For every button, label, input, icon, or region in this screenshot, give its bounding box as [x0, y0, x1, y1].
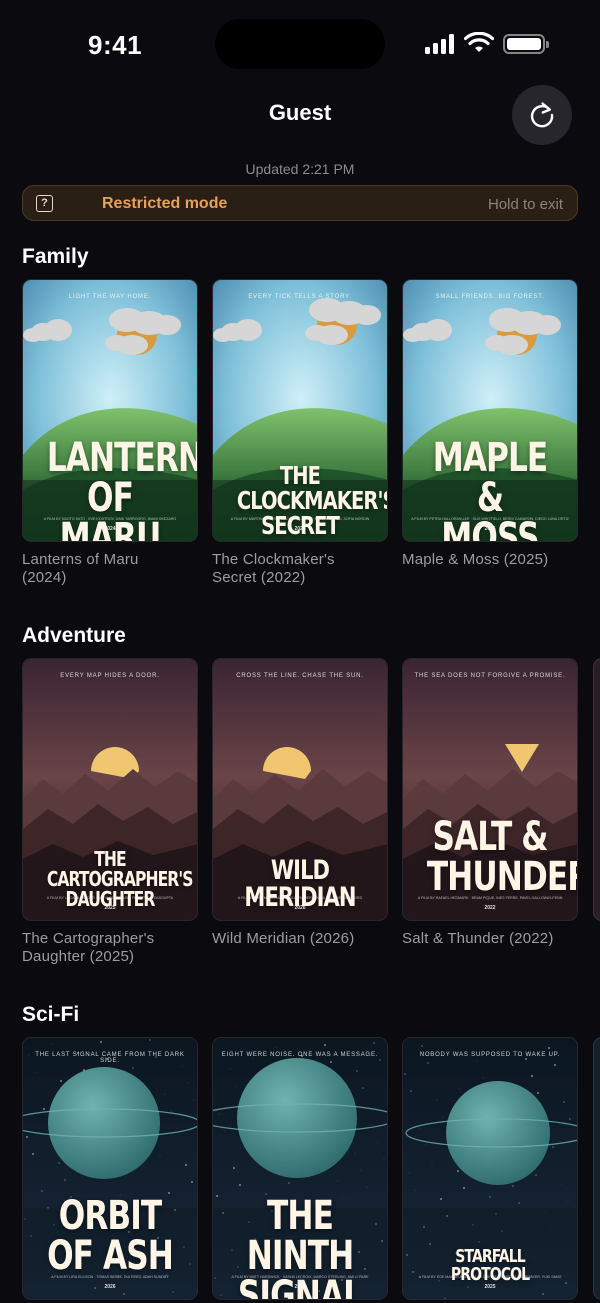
poster-tagline: Eight were noise. One was a message.: [221, 1052, 379, 1058]
poster-credits: A FILM BY LUCA OLLANDER · NORA GOEL, ALB…: [46, 896, 174, 900]
movie-caption: Salt & Thunder (2022): [402, 930, 554, 947]
poster-credits: A FILM BY ANA MARCHANT · FELIX ROMERO, N…: [237, 896, 363, 900]
movie-poster[interactable]: The sea does not forgive a promise. SALT …: [402, 658, 578, 921]
poster-tagline: Nobody was supposed to wake up.: [419, 1052, 561, 1058]
movie-poster[interactable]: Light the way home.LANTERNS OF MARUA FIL…: [22, 279, 198, 542]
poster-year: 2022: [484, 905, 496, 911]
poster-credits: A FILM BY NAOTO SATO · EVE KOSTROV, DANI…: [43, 517, 177, 521]
poster-credits: A FILM BY EGE MAMAR AUZ · CHLOE DRISSEL,…: [418, 1275, 562, 1279]
movie-caption: Lanterns of Maru (2024): [22, 551, 139, 586]
poster-year: 2022: [294, 526, 306, 532]
movie-card[interactable]: The sea does not forgive a promise. SALT …: [402, 658, 578, 948]
updated-timestamp: Updated 2:21 PM: [245, 161, 355, 177]
movie-card[interactable]: Small friends. Big forest. MAPLE & MOSS A …: [402, 279, 578, 569]
movie-card[interactable]: The last signal came from the dark side.…: [22, 1037, 198, 1303]
battery-icon: [503, 34, 549, 54]
question-box-icon: ?: [36, 195, 53, 212]
status-bar: 9:41: [0, 0, 600, 90]
refresh-button[interactable]: [512, 85, 572, 145]
hold-to-exit-hint: Hold to exit: [487, 196, 563, 213]
row-adventure[interactable]: Every map hides a door. THE CARTOGRAPHER'…: [22, 658, 600, 978]
movie-caption: The Cartographer's Daughter (2025): [22, 930, 155, 965]
movie-poster[interactable]: Eight were noise. One was a message. THE …: [212, 1037, 388, 1300]
page-title: Guest: [268, 100, 332, 125]
poster-credits: A FILM BY MARTIN HUBERT · LUCY HALL-HUME…: [230, 517, 370, 521]
movie-card[interactable]: Every tick tells a story. THE CLOCKMAKER'…: [212, 279, 388, 587]
movie-poster[interactable]: Every tick tells a story. THE CLOCKMAKER'…: [212, 279, 388, 542]
poster-year: 2026: [294, 1284, 306, 1290]
movie-poster[interactable]: Small friends. Big forest. MAPLE & MOSS A …: [402, 279, 578, 542]
movie-poster[interactable]: Every map hides a door. THE CARTOGRAPHER'…: [22, 658, 198, 921]
movie-card[interactable]: Every map hides a door. THE CARTOGRAPHER'…: [22, 658, 198, 966]
movie-poster[interactable]: Cross the line. Chase the sun. WILD MERID…: [212, 658, 388, 921]
poster-tagline: Cross the line. Chase the sun.: [236, 673, 364, 679]
poster-tagline: Small friends. Big forest.: [435, 294, 545, 300]
dynamic-island: [215, 19, 385, 69]
restricted-mode-label: Restricted mode: [102, 195, 228, 212]
poster-credits: A FILM BY MATT HARDWICK · SASHA LECROIX,…: [231, 1275, 369, 1279]
poster-title: SALT & THUNDER: [426, 814, 578, 900]
poster-tagline: The last signal came from the dark side.: [35, 1052, 185, 1064]
poster-tagline: Every tick tells a story.: [248, 294, 352, 300]
movie-caption: Maple & Moss (2025): [402, 551, 549, 568]
poster-title: WILD MERIDIAN: [244, 855, 356, 913]
poster-year: 2025: [484, 526, 496, 532]
row-family[interactable]: Light the way home.LANTERNS OF MARUA FIL…: [22, 279, 600, 599]
wifi-icon: [464, 32, 494, 52]
poster-year: 2026: [104, 1284, 116, 1290]
section-title-family: Family: [22, 245, 89, 268]
status-time: 9:41: [88, 30, 143, 60]
movie-card[interactable]: Cross the line. Chase the sun. WILD MERID…: [212, 658, 388, 948]
movie-poster[interactable]: The last signal came from the dark side.…: [22, 1037, 198, 1300]
cellular-signal-icon: [425, 34, 455, 54]
poster-year: 2025: [484, 1284, 496, 1290]
poster-year: 2025: [104, 905, 116, 911]
refresh-icon: [530, 102, 554, 128]
poster-year: 2024: [104, 526, 116, 532]
movie-card-peek[interactable]: [593, 1037, 600, 1300]
movie-card[interactable]: Light the way home.LANTERNS OF MARUA FIL…: [22, 279, 198, 587]
poster-credits: A FILM BY LIRA ELLISON · TOMAS BESTE, DU…: [51, 1275, 169, 1279]
section-title-scifi: Sci-Fi: [22, 1003, 80, 1026]
movie-card[interactable]: Nobody was supposed to wake up. STARFALL …: [402, 1037, 578, 1303]
movie-caption: Wild Meridian (2026): [212, 930, 355, 947]
poster-year: 2026: [294, 905, 306, 911]
poster-credits: A FILM BY RAFAEL HEDMARK · BRAM PIQUE, I…: [417, 896, 563, 900]
poster-title: THE CARTOGRAPHER'S DAUGHTER: [46, 847, 194, 911]
poster-credits: A FILM BY PETRA HALLORAN-LEE · GUS WHITF…: [411, 517, 569, 521]
poster-tagline: Light the way home.: [68, 294, 152, 300]
poster-tagline: Every map hides a door.: [60, 673, 160, 679]
poster-tagline: The sea does not forgive a promise.: [414, 673, 566, 679]
restricted-mode-banner[interactable]: ? Restricted mode Hold to exit: [22, 185, 578, 221]
poster-title: ORBIT OF ASH: [47, 1193, 174, 1279]
row-scifi[interactable]: The last signal came from the dark side.…: [22, 1037, 600, 1303]
movie-card[interactable]: Eight were noise. One was a message. THE …: [212, 1037, 388, 1303]
section-title-adventure: Adventure: [22, 624, 126, 647]
movie-poster[interactable]: Nobody was supposed to wake up. STARFALL …: [402, 1037, 578, 1300]
movie-card-peek[interactable]: [593, 658, 600, 921]
movie-caption: The Clockmaker's Secret (2022): [212, 551, 335, 586]
